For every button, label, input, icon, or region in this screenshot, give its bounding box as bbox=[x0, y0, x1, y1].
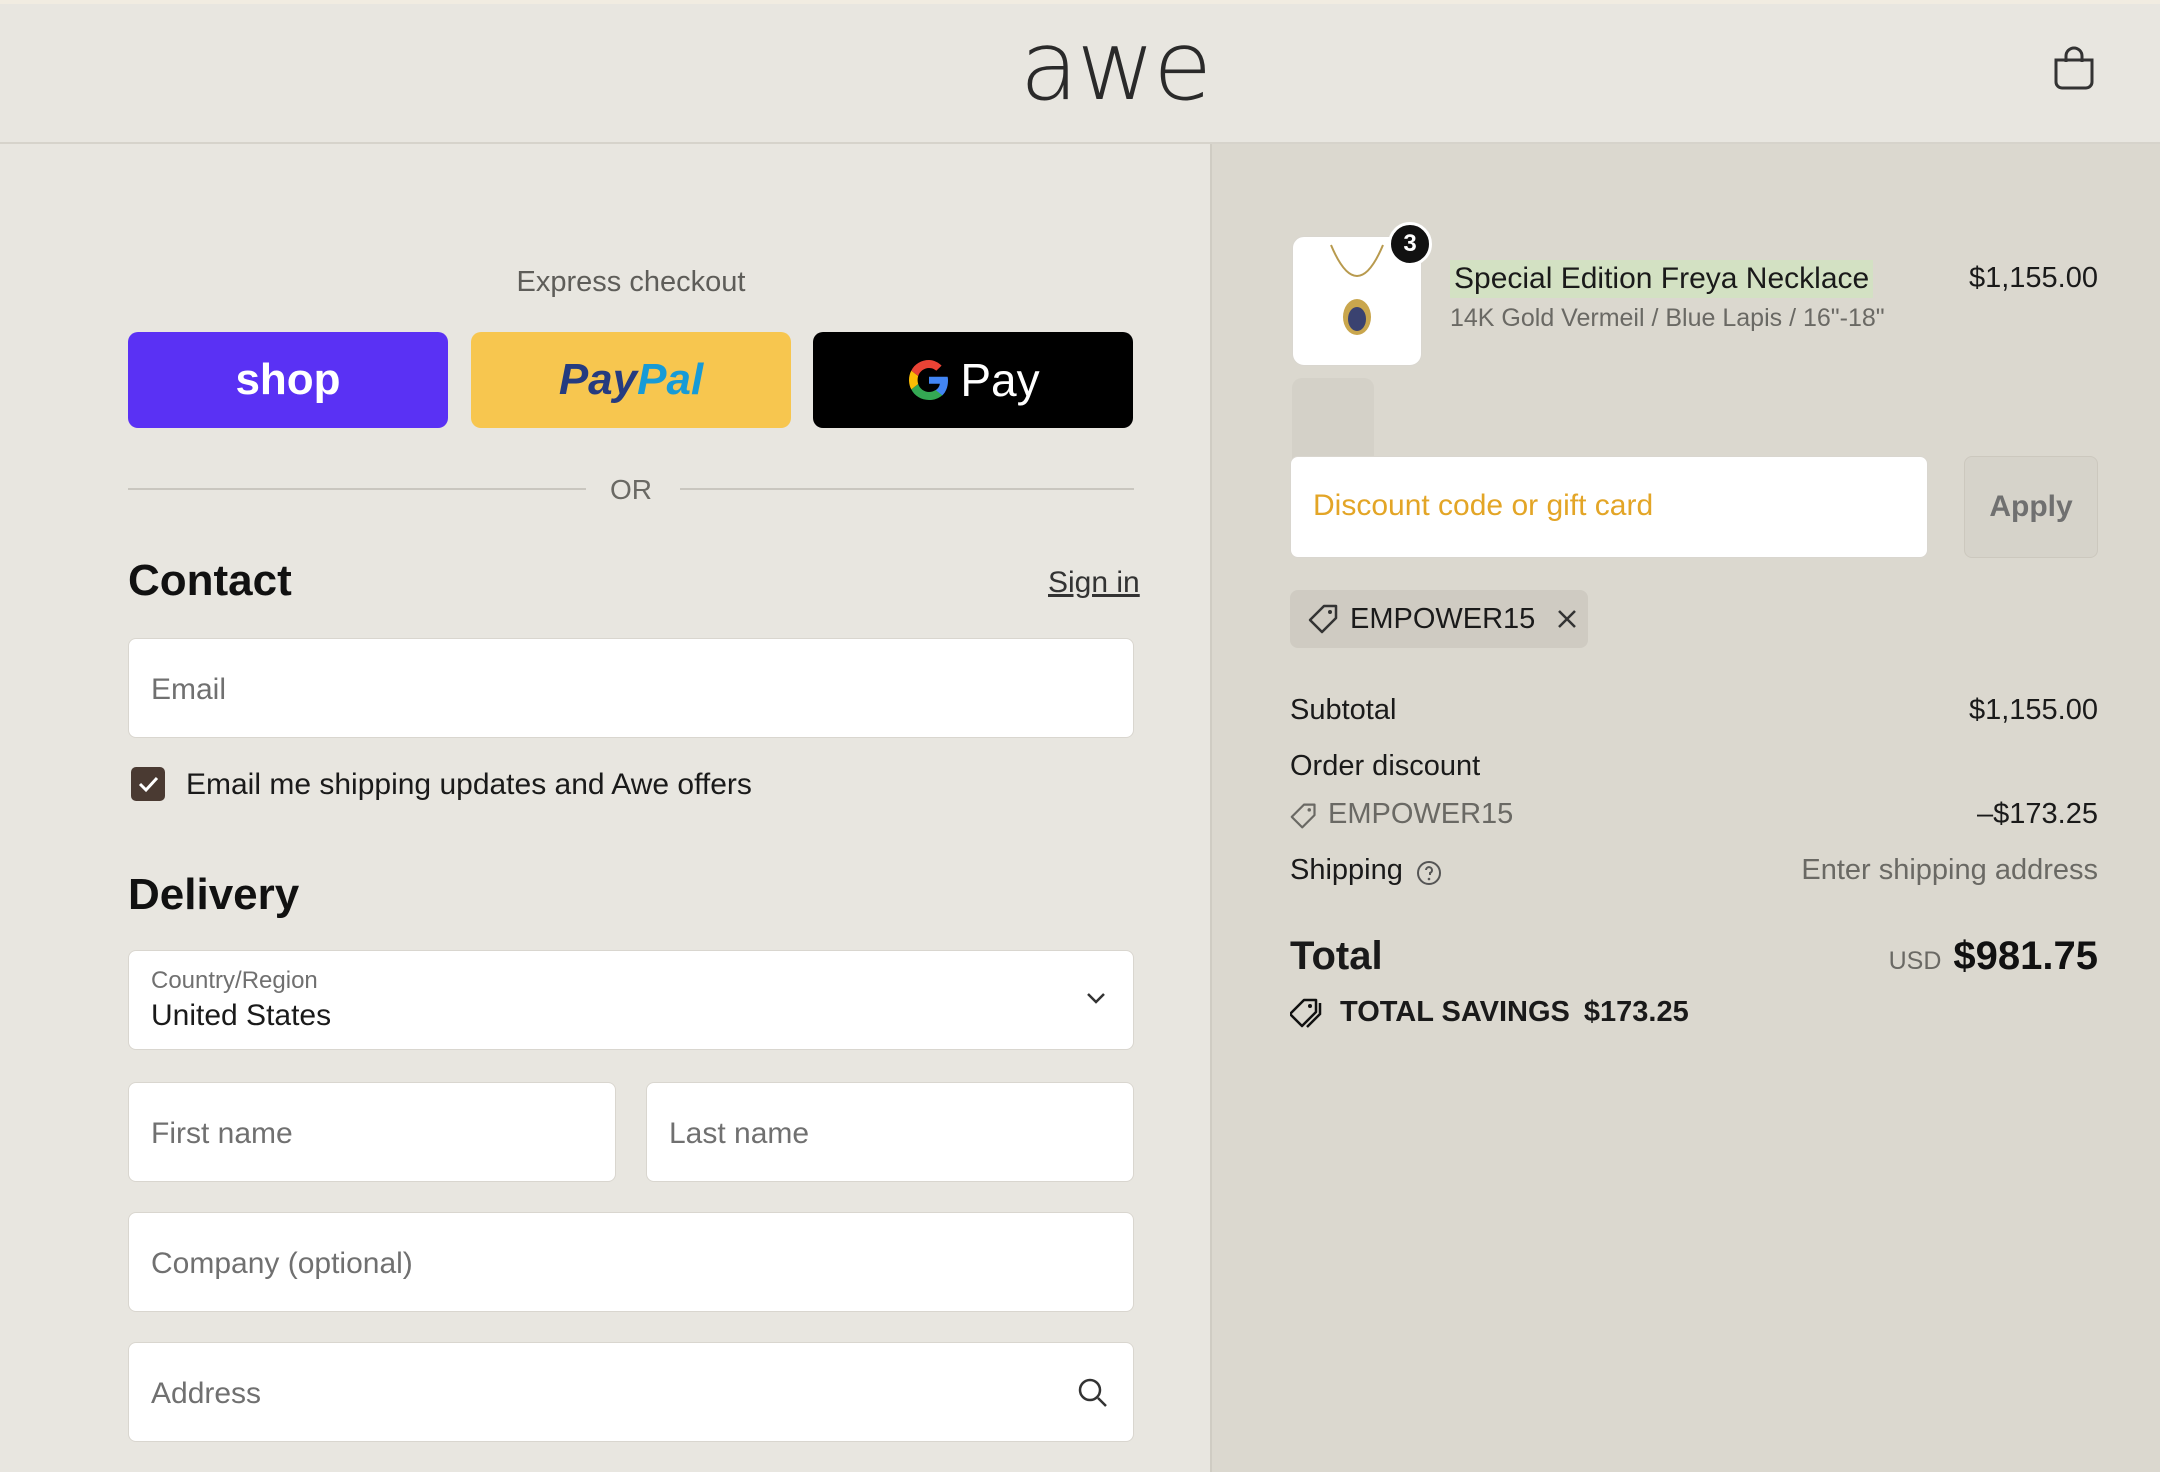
subtotal-value: $1,155.00 bbox=[1968, 694, 2098, 726]
subtotal-label: Subtotal bbox=[1290, 694, 1397, 726]
thumbnail-shadow bbox=[1292, 378, 1374, 468]
close-icon[interactable] bbox=[1555, 607, 1579, 631]
express-checkout-title: Express checkout bbox=[516, 266, 746, 298]
help-circle-icon[interactable] bbox=[1416, 860, 1442, 886]
company-field[interactable]: Company (optional) bbox=[128, 1212, 1134, 1312]
or-label: OR bbox=[610, 474, 652, 505]
site-header: awe bbox=[0, 4, 2160, 144]
chevron-down-icon bbox=[1087, 993, 1105, 1004]
sign-in-link[interactable]: Sign in bbox=[1048, 566, 1140, 600]
first-name-field[interactable]: First name bbox=[128, 1082, 616, 1182]
shopping-bag-icon[interactable] bbox=[2052, 44, 2096, 92]
search-icon bbox=[1078, 1378, 1107, 1407]
checkmark-icon bbox=[138, 776, 159, 793]
divider-line-left bbox=[128, 488, 586, 490]
country-select[interactable]: Country/Region United States bbox=[128, 950, 1134, 1050]
discount-code-input[interactable]: Discount code or gift card bbox=[1290, 456, 1928, 558]
discount-placeholder: Discount code or gift card bbox=[1313, 489, 1654, 522]
total-savings: TOTAL SAVINGS $173.25 bbox=[1290, 996, 1689, 1029]
paypal-button[interactable]: PayPal bbox=[471, 332, 791, 428]
total-amount: USD $981.75 bbox=[1889, 934, 2098, 979]
product-price: $1,155.00 bbox=[1968, 262, 2098, 294]
tags-icon bbox=[1290, 998, 1322, 1028]
tag-icon bbox=[1290, 803, 1316, 829]
paypal-label: PayPal bbox=[558, 355, 704, 404]
first-name-placeholder: First name bbox=[151, 1117, 293, 1150]
country-value: United States bbox=[151, 999, 332, 1032]
awe-logo[interactable]: awe bbox=[1010, 16, 1220, 116]
contact-heading: Contact bbox=[128, 556, 292, 605]
total-value: $981.75 bbox=[1953, 934, 2098, 978]
savings-value: $173.25 bbox=[1583, 996, 1689, 1028]
order-summary: 3 Special Edition Freya Necklace 14K Gol… bbox=[1210, 144, 2160, 1472]
last-name-placeholder: Last name bbox=[669, 1117, 810, 1150]
marketing-checkbox-label: Email me shipping updates and Awe offers bbox=[186, 768, 752, 801]
discount-code-label: EMPOWER15 bbox=[1328, 798, 1514, 830]
email-field[interactable]: Email bbox=[128, 638, 1134, 738]
address-field[interactable]: Address bbox=[128, 1342, 1134, 1442]
currency-code: USD bbox=[1888, 947, 1942, 975]
order-discount-label: Order discount bbox=[1290, 750, 1481, 782]
subtotal-row: Subtotal $1,155.00 bbox=[1290, 694, 2098, 734]
country-label: Country/Region bbox=[151, 967, 318, 994]
discount-value: –$173.25 bbox=[1977, 798, 2098, 830]
shipping-row: Shipping Enter shipping address bbox=[1290, 854, 2098, 894]
company-placeholder: Company (optional) bbox=[151, 1247, 413, 1280]
applied-code-chip: EMPOWER15 bbox=[1290, 590, 1588, 648]
marketing-checkbox[interactable] bbox=[131, 767, 165, 801]
shipping-label: Shipping bbox=[1290, 854, 1403, 886]
google-g-icon bbox=[909, 360, 949, 400]
apply-button[interactable]: Apply bbox=[1964, 456, 2098, 558]
shipping-value: Enter shipping address bbox=[1801, 854, 2098, 886]
address-placeholder: Address bbox=[151, 1377, 262, 1410]
delivery-heading: Delivery bbox=[128, 870, 300, 919]
shop-pay-label: shop bbox=[235, 355, 341, 404]
product-variant: 14K Gold Vermeil / Blue Lapis / 16"-18" bbox=[1450, 304, 1885, 332]
savings-label: TOTAL SAVINGS bbox=[1340, 996, 1570, 1028]
google-pay-button[interactable]: Pay bbox=[813, 332, 1133, 428]
discount-code-row: EMPOWER15 –$173.25 bbox=[1290, 798, 2098, 838]
email-placeholder: Email bbox=[151, 673, 227, 706]
shop-pay-button[interactable]: shop bbox=[128, 332, 448, 428]
divider-line-right bbox=[680, 488, 1134, 490]
or-divider: OR bbox=[128, 474, 1134, 505]
applied-code-text: EMPOWER15 bbox=[1350, 602, 1536, 635]
quantity-badge: 3 bbox=[1388, 222, 1432, 266]
last-name-field[interactable]: Last name bbox=[646, 1082, 1134, 1182]
google-pay-label: Pay bbox=[960, 354, 1040, 406]
product-name: Special Edition Freya Necklace bbox=[1450, 260, 1874, 298]
tag-icon bbox=[1308, 604, 1338, 634]
checkout-form: Express checkout shop PayPal Pay OR Cont… bbox=[0, 144, 1210, 1472]
order-discount-row: Order discount bbox=[1290, 750, 2098, 790]
total-label: Total bbox=[1290, 934, 1383, 978]
